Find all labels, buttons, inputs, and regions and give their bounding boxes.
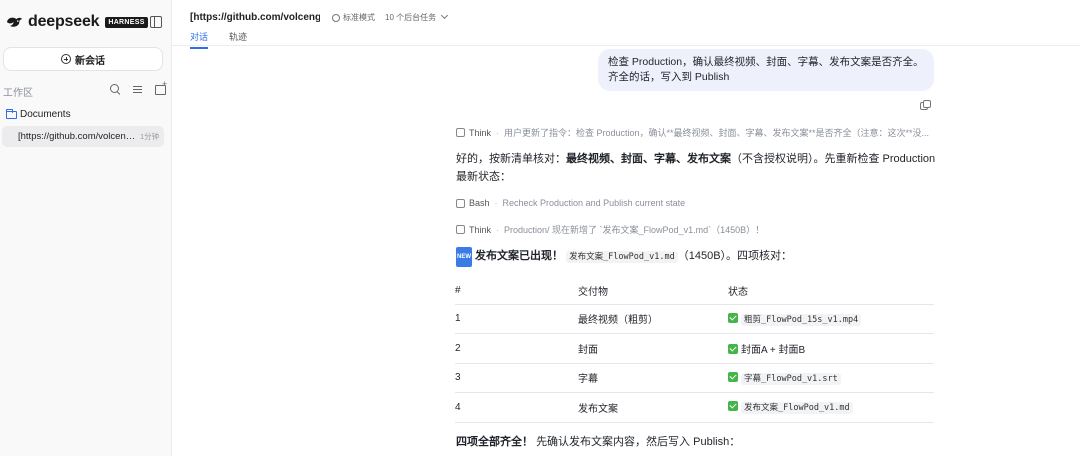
step-detail: 用户更新了指令：检查 Production，确认**最终视频、封面、字幕、发布文… xyxy=(504,128,930,138)
think-icon xyxy=(456,128,465,137)
sidebar-toggle-icon[interactable] xyxy=(150,16,162,28)
mode-selector[interactable]: 标准模式 xyxy=(332,12,375,23)
table-header-row: # 交付物 状态 xyxy=(455,277,934,305)
row-item: 发布文案 xyxy=(578,392,728,423)
check-icon xyxy=(728,343,738,354)
new-badge-icon: NEW xyxy=(456,247,472,267)
mode-label: 标准模式 xyxy=(343,13,375,22)
mode-icon xyxy=(332,13,340,22)
table-row: 3 字幕 字幕_FlowPod_v1.srt xyxy=(455,363,934,393)
step-think-1[interactable]: Think · 用户更新了指令：检查 Production，确认**最终视频、封… xyxy=(456,126,936,139)
sidebar: deepseek HARNESS 新会话 工作区 Documents [http… xyxy=(0,0,172,456)
assistant-paragraph-3: 四项全部齐全！ 先确认发布文案内容，然后写入 Publish： xyxy=(456,436,741,448)
think-icon xyxy=(456,225,465,234)
tab-trace[interactable]: 轨迹 xyxy=(229,30,247,47)
conversation-title: [https://github.com/volcengi... xyxy=(190,12,320,23)
plus-circle-icon xyxy=(61,54,71,64)
brand-name: deepseek xyxy=(28,13,100,30)
row-status: 字幕_FlowPod_v1.srt xyxy=(728,363,934,393)
tab-chat[interactable]: 对话 xyxy=(190,30,209,49)
new-chat-button[interactable]: 新会话 xyxy=(3,47,163,71)
column-header: # xyxy=(455,277,578,305)
check-icon xyxy=(728,401,738,412)
terminal-icon xyxy=(456,198,465,208)
harness-badge: HARNESS xyxy=(105,16,148,28)
step-detail: Production/ 现在新增了 `发布文案_FlowPod_v1.md`（1… xyxy=(504,225,765,235)
row-number: 4 xyxy=(455,392,578,423)
row-number: 2 xyxy=(455,333,578,364)
workspace-tools xyxy=(108,79,168,96)
check-icon xyxy=(728,371,738,382)
table-row: 4 发布文案 发布文案_FlowPod_v1.md xyxy=(455,392,934,423)
row-number: 3 xyxy=(455,363,578,393)
row-number: 1 xyxy=(455,304,578,334)
row-item: 最终视频（粗剪） xyxy=(578,304,728,334)
brand[interactable]: deepseek HARNESS xyxy=(6,12,148,32)
background-tasks-dropdown[interactable]: 10 个后台任务 xyxy=(385,11,449,23)
folder-icon xyxy=(6,108,17,119)
column-header: 交付物 xyxy=(578,277,728,305)
check-icon xyxy=(728,312,738,323)
folder-label: Documents xyxy=(20,109,71,120)
session-item[interactable]: [https://github.com/volcengine... 1分钟 xyxy=(2,126,164,147)
new-folder-icon[interactable] xyxy=(154,79,168,96)
column-header: 状态 xyxy=(728,277,934,305)
session-time: 1分钟 xyxy=(140,132,160,141)
folder-documents[interactable]: Documents xyxy=(6,108,71,120)
user-message: 检查 Production，确认最终视频、封面、字幕、发布文案是否齐全。齐全的话… xyxy=(598,49,934,91)
table-row: 1 最终视频（粗剪） 粗剪_FlowPod_15s_v1.mp4 xyxy=(455,304,934,334)
inline-code: 发布文案_FlowPod_v1.md xyxy=(566,251,678,263)
copy-icon[interactable] xyxy=(920,100,931,110)
whale-logo-icon xyxy=(6,17,23,27)
row-status: 粗剪_FlowPod_15s_v1.mp4 xyxy=(728,304,934,334)
step-type: Think xyxy=(469,127,492,138)
step-detail: Recheck Production and Publish current s… xyxy=(502,198,686,208)
table-row: 2 封面 封面A + 封面B xyxy=(455,333,934,364)
chevron-down-icon xyxy=(441,11,449,20)
filter-icon[interactable] xyxy=(131,82,145,96)
step-type: Think xyxy=(469,224,492,235)
row-item: 封面 xyxy=(578,333,728,364)
assistant-paragraph-1: 好的，按新清单核对：最终视频、封面、字幕、发布文案（不含授权说明）。先重新检查 … xyxy=(456,153,936,183)
session-title: [https://github.com/volcengine... xyxy=(18,131,138,142)
step-bash[interactable]: Bash · Recheck Production and Publish cu… xyxy=(456,198,936,208)
row-status: 发布文案_FlowPod_v1.md xyxy=(728,392,934,423)
row-item: 字幕 xyxy=(578,363,728,393)
workspace-label: 工作区 xyxy=(3,88,33,99)
search-icon[interactable] xyxy=(108,82,122,96)
new-chat-label: 新会话 xyxy=(75,55,105,67)
conversation-header: [https://github.com/volcengi... 标准模式 10 … xyxy=(172,0,1080,49)
deliverables-table: # 交付物 状态 1 最终视频（粗剪） 粗剪_FlowPod_15s_v1.mp… xyxy=(455,277,934,423)
assistant-paragraph-2: NEW 发布文案已出现！ 发布文案_FlowPod_v1.md （1450B）。四项… xyxy=(456,247,792,267)
row-status: 封面A + 封面B xyxy=(728,333,934,364)
step-type: Bash xyxy=(469,198,490,208)
tasks-label: 10 个后台任务 xyxy=(385,13,437,22)
step-think-2[interactable]: Think · Production/ 现在新增了 `发布文案_FlowPod_… xyxy=(456,223,936,236)
